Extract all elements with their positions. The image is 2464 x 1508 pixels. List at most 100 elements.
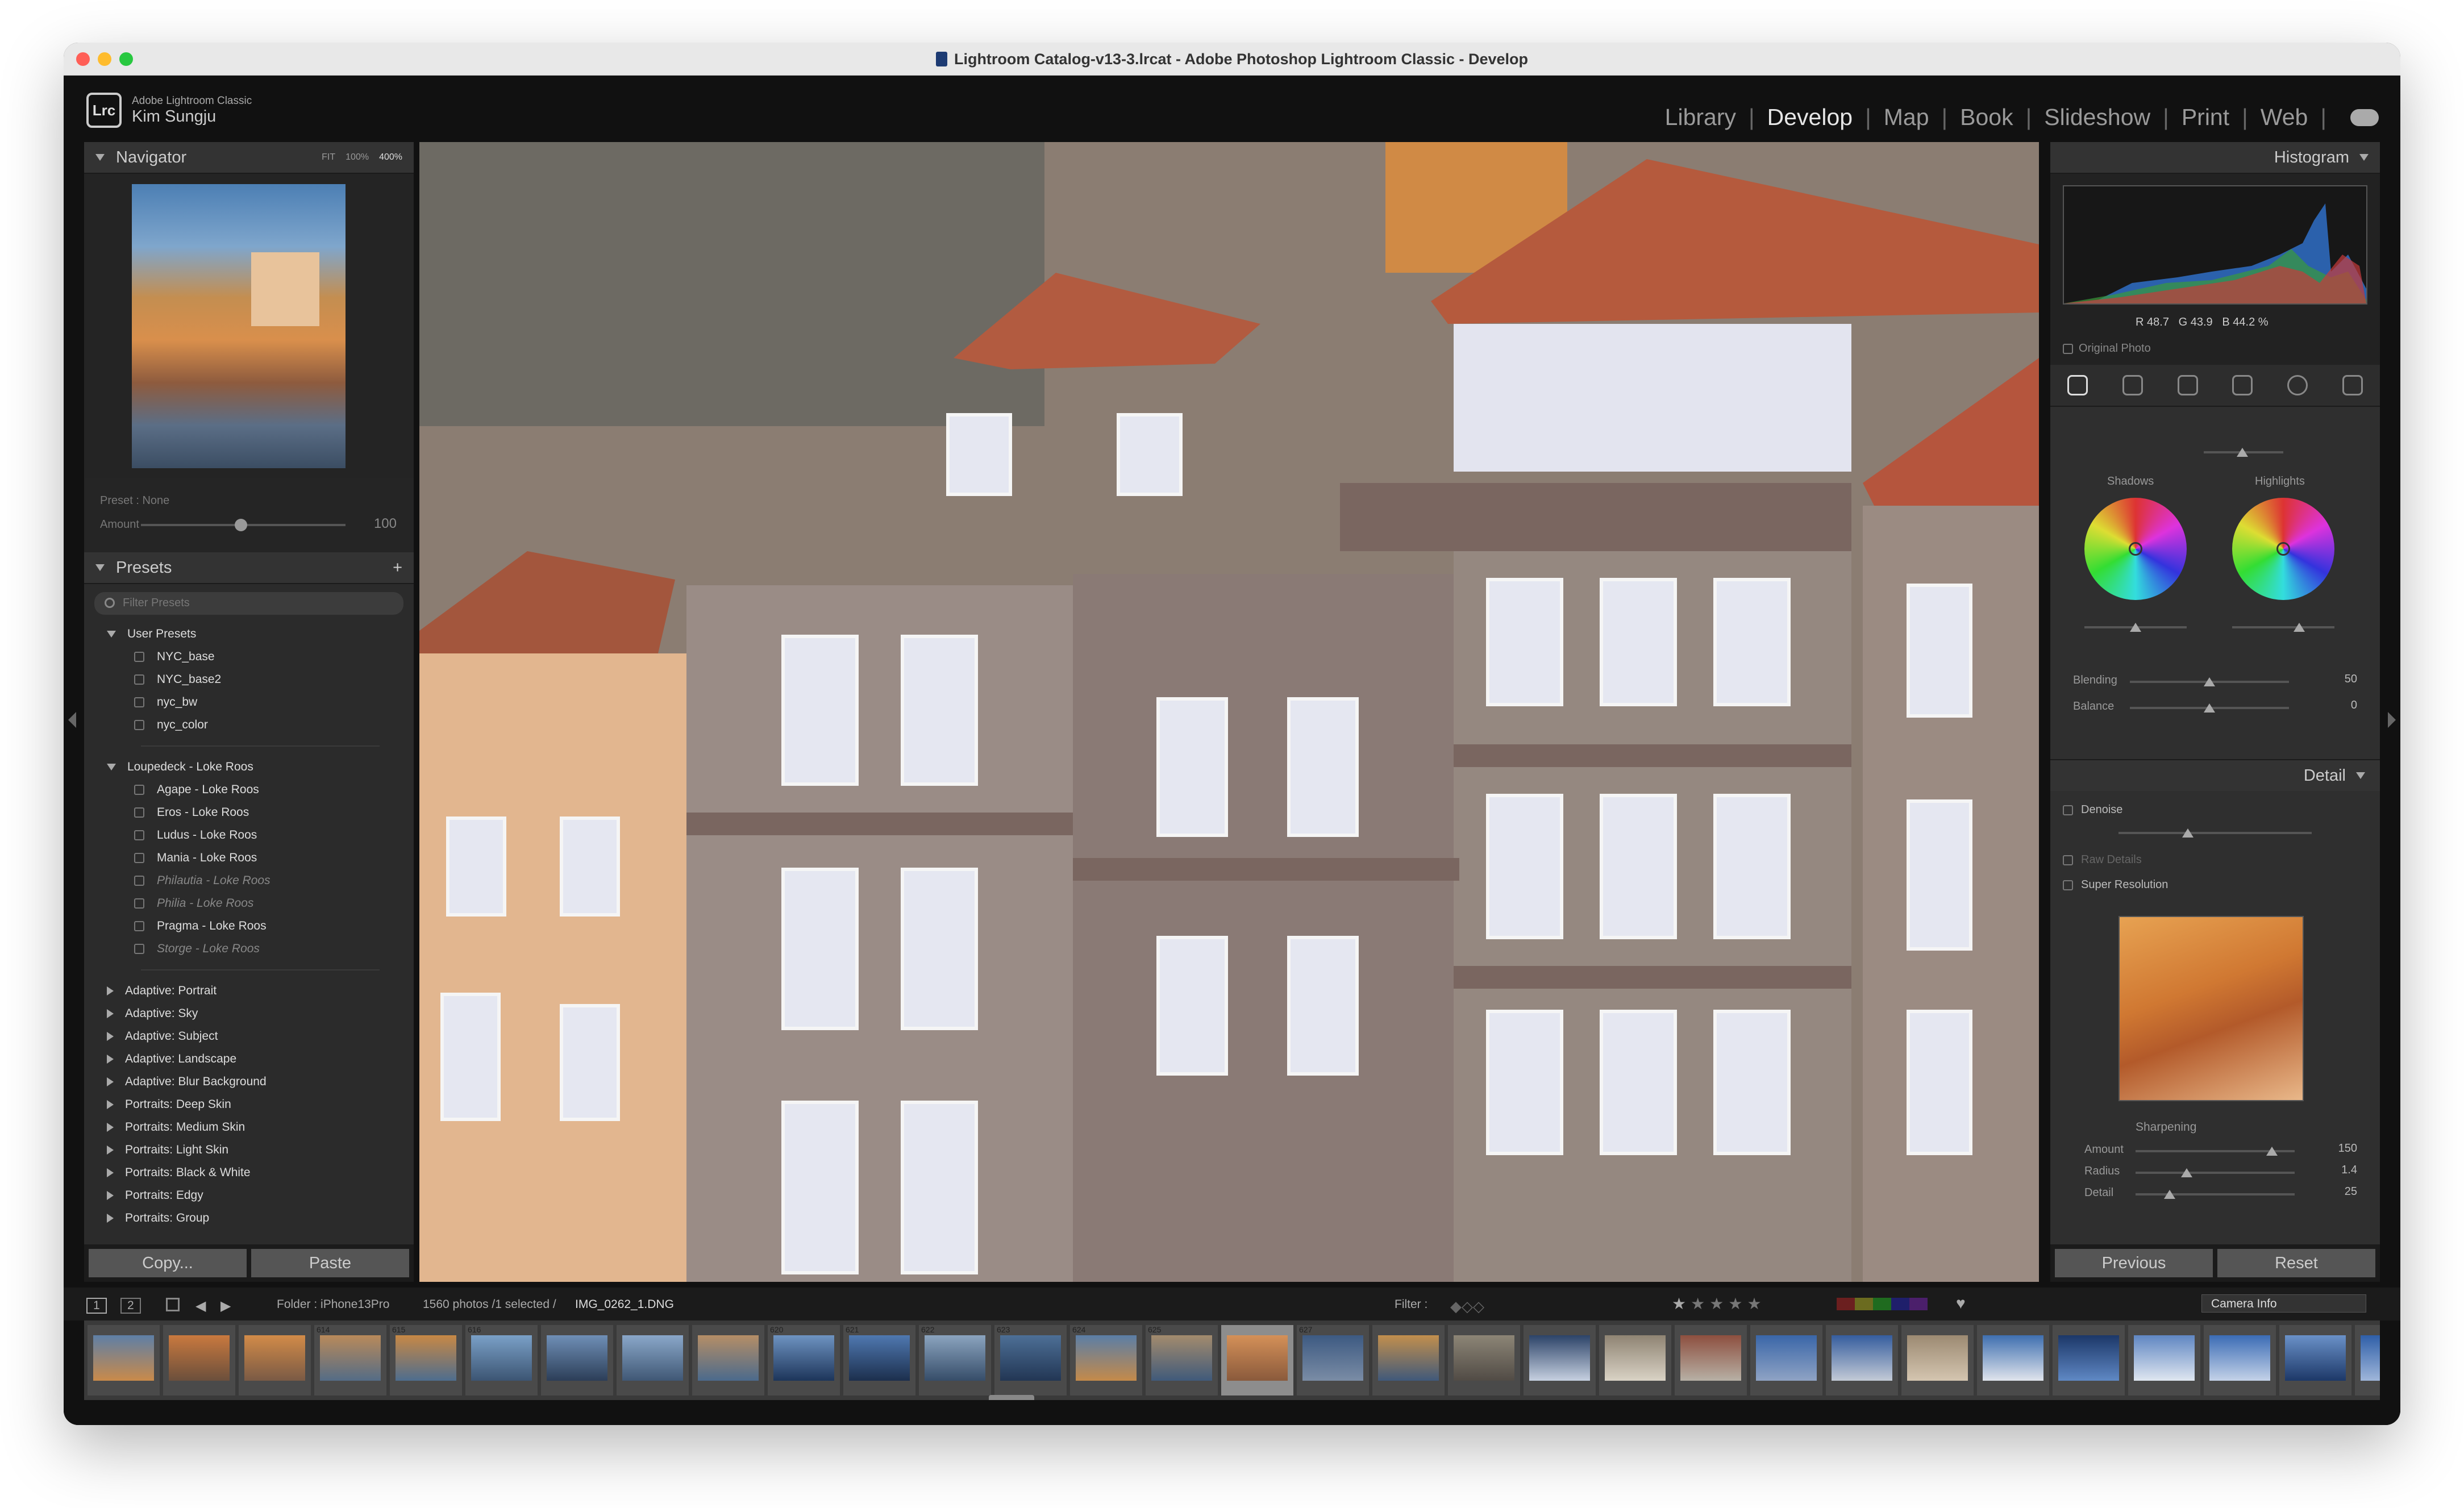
preset-group-collapsed[interactable]: Portraits: Deep Skin <box>107 1093 414 1116</box>
reset-button[interactable]: Reset <box>2217 1249 2375 1277</box>
expand-triangle-icon[interactable] <box>107 1032 114 1041</box>
previous-button[interactable]: Previous <box>2055 1249 2213 1277</box>
detail-slider[interactable] <box>2136 1193 2295 1195</box>
super-resolution-toggle[interactable]: Super Resolution <box>2063 878 2168 892</box>
left-panel-toggle-icon[interactable] <box>68 712 76 728</box>
highlights-luminance-slider[interactable] <box>2232 626 2334 628</box>
radius-knob[interactable] <box>2181 1168 2192 1177</box>
preset-item[interactable]: Pragma - Loke Roos <box>107 915 414 938</box>
expand-triangle-icon[interactable] <box>107 1100 114 1109</box>
module-map[interactable]: Map <box>1884 104 1929 131</box>
filmstrip-thumbnail[interactable]: 627 <box>1297 1325 1369 1395</box>
zoom-fit[interactable]: FIT <box>322 152 335 163</box>
filmstrip-thumbnail[interactable] <box>2128 1325 2200 1395</box>
red-eye-icon[interactable] <box>2232 375 2253 395</box>
expand-triangle-icon[interactable] <box>107 1077 114 1086</box>
preset-item[interactable]: NYC_base2 <box>107 668 414 691</box>
filmstrip-thumbnail[interactable] <box>1221 1325 1293 1395</box>
filmstrip-thumbnail[interactable]: 625 <box>1146 1325 1218 1395</box>
expand-triangle-icon[interactable] <box>107 764 116 770</box>
color-label-filter[interactable] <box>1837 1298 1928 1310</box>
midtone-slider-knob[interactable] <box>2237 448 2248 457</box>
module-print[interactable]: Print <box>2182 104 2229 131</box>
filmstrip-thumbnail[interactable]: 621 <box>843 1325 915 1395</box>
preset-item[interactable]: Ludus - Loke Roos <box>107 824 414 847</box>
presets-header[interactable]: Presets + <box>84 552 414 584</box>
preset-item[interactable]: Philia - Loke Roos <box>107 892 414 915</box>
zoom-400[interactable]: 400% <box>379 152 402 163</box>
filmstrip-thumbnail[interactable] <box>2279 1325 2351 1395</box>
histogram-graph[interactable] <box>2063 185 2367 305</box>
filmstrip-thumbnail[interactable] <box>2053 1325 2125 1395</box>
main-photo[interactable] <box>419 142 2039 1282</box>
camera-info-select[interactable]: Camera Info <box>2201 1294 2366 1313</box>
preset-group-collapsed[interactable]: Adaptive: Subject <box>107 1025 414 1048</box>
sharpen-amount-knob[interactable] <box>2266 1147 2278 1156</box>
shadows-luminance-knob[interactable] <box>2130 623 2141 632</box>
shadows-color-wheel[interactable] <box>2084 498 2187 600</box>
folder-source[interactable]: Folder : iPhone13Pro <box>277 1298 389 1311</box>
blending-knob[interactable] <box>2204 677 2215 686</box>
expand-triangle-icon[interactable] <box>107 1123 114 1132</box>
filmstrip-thumbnail[interactable] <box>1977 1325 2049 1395</box>
navigator-thumbnail[interactable] <box>132 184 346 468</box>
detail-knob[interactable] <box>2164 1190 2175 1199</box>
zoom-100[interactable]: 100% <box>346 152 369 163</box>
right-panel-toggle-icon[interactable] <box>2388 712 2396 728</box>
filmstrip-thumbnail[interactable] <box>1599 1325 1671 1395</box>
original-photo-checkbox[interactable] <box>2063 343 2073 354</box>
highlights-luminance-knob[interactable] <box>2294 623 2305 632</box>
filmstrip-thumbnail[interactable]: 624 <box>1070 1325 1142 1395</box>
denoise-slider[interactable] <box>2118 832 2312 834</box>
filmstrip-thumbnail[interactable] <box>1901 1325 1974 1395</box>
amount-slider-knob[interactable] <box>235 519 247 531</box>
preset-item[interactable]: Eros - Loke Roos <box>107 801 414 824</box>
raw-details-toggle[interactable]: Raw Details <box>2063 853 2142 867</box>
filmstrip-thumbnail[interactable]: 620 <box>768 1325 840 1395</box>
expand-triangle-icon[interactable] <box>107 1145 114 1155</box>
preset-item[interactable]: NYC_base <box>107 645 414 668</box>
filmstrip-thumbnail[interactable]: 622 <box>919 1325 991 1395</box>
heart-icon[interactable]: ♥ <box>1956 1294 1966 1313</box>
filmstrip-thumbnail[interactable] <box>1448 1325 1520 1395</box>
expand-triangle-icon[interactable] <box>107 1214 114 1223</box>
preset-search-input[interactable]: Filter Presets <box>94 592 403 615</box>
filmstrip-thumbnail[interactable] <box>541 1325 613 1395</box>
detail-header[interactable]: Detail <box>2050 759 2380 791</box>
add-preset-button[interactable]: + <box>393 559 402 577</box>
preset-item[interactable]: nyc_bw <box>107 691 414 714</box>
denoise-toggle[interactable]: Denoise <box>2063 803 2122 817</box>
collapse-triangle-icon[interactable] <box>2356 772 2365 779</box>
collapse-triangle-icon[interactable] <box>95 154 105 161</box>
denoise-knob[interactable] <box>2182 828 2194 838</box>
zoom-region-indicator[interactable] <box>251 252 319 326</box>
preset-item[interactable]: Mania - Loke Roos <box>107 847 414 869</box>
navigator-preview[interactable] <box>84 174 414 478</box>
module-book[interactable]: Book <box>1960 104 2013 131</box>
detail-preview[interactable] <box>2118 916 2304 1101</box>
filmstrip-thumbnail[interactable] <box>1372 1325 1445 1395</box>
filmstrip-thumbnail[interactable] <box>1675 1325 1747 1395</box>
selected-filename[interactable]: IMG_0262_1.DNG <box>575 1298 674 1311</box>
masking-icon[interactable] <box>2287 375 2308 395</box>
filmstrip-thumbnail[interactable] <box>2355 1325 2380 1395</box>
module-library[interactable]: Library <box>1665 104 1736 131</box>
expand-triangle-icon[interactable] <box>107 1055 114 1064</box>
preset-item[interactable]: Philautia - Loke Roos <box>107 869 414 892</box>
bottom-panel-toggle[interactable] <box>64 1400 2400 1425</box>
window-1-button[interactable]: 1 <box>86 1298 107 1314</box>
preset-group-collapsed[interactable]: Adaptive: Landscape <box>107 1048 414 1070</box>
window-2-button[interactable]: 2 <box>120 1298 141 1314</box>
module-develop[interactable]: Develop <box>1767 104 1853 131</box>
filmstrip-thumbnail[interactable] <box>163 1325 235 1395</box>
filmstrip-thumbnail[interactable] <box>239 1325 311 1395</box>
collapse-triangle-icon[interactable] <box>2359 154 2369 161</box>
histogram-header[interactable]: Histogram <box>2050 142 2380 174</box>
module-slideshow[interactable]: Slideshow <box>2044 104 2150 131</box>
preset-group-collapsed[interactable]: Portraits: Light Skin <box>107 1139 414 1161</box>
preset-group-collapsed[interactable]: Portraits: Group <box>107 1207 414 1230</box>
preset-group[interactable]: User Presets <box>107 623 414 645</box>
preset-group-collapsed[interactable]: Portraits: Black & White <box>107 1161 414 1184</box>
filmstrip-thumbnail[interactable] <box>1750 1325 1822 1395</box>
presets-tool-icon[interactable] <box>2342 375 2363 395</box>
